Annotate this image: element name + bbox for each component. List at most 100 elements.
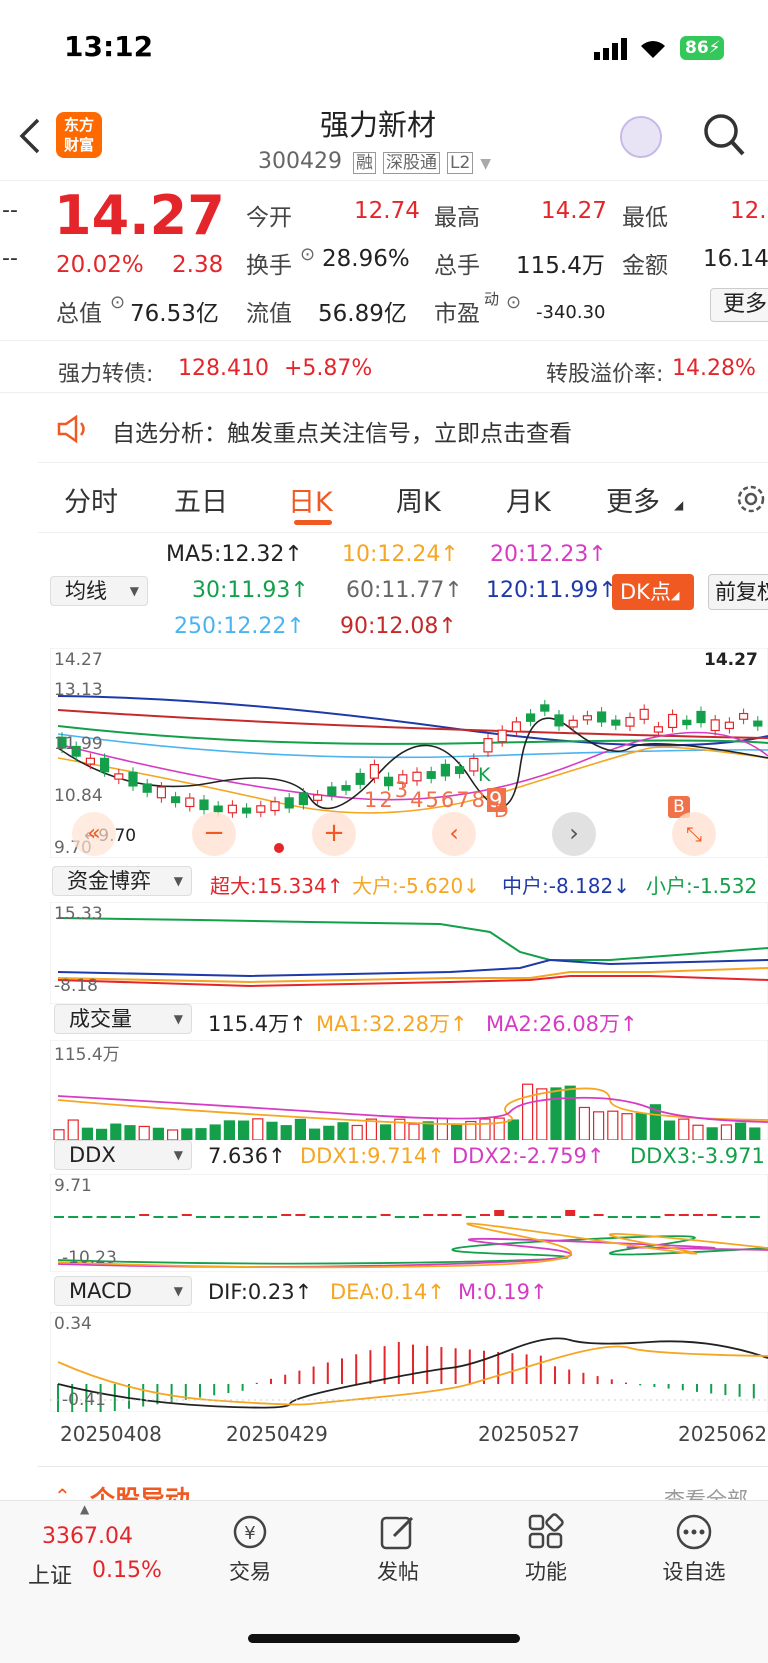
ddx-bar <box>508 1216 519 1218</box>
volume-y-label: 115.4万 <box>54 1045 120 1065</box>
ddx-bar <box>153 1216 164 1218</box>
ddx-bar <box>224 1216 235 1218</box>
more-button[interactable]: 更多 <box>710 288 768 322</box>
nav-post[interactable]: 发帖 <box>348 1556 448 1586</box>
volume-bar <box>592 1111 605 1140</box>
volume-bar <box>294 1118 306 1140</box>
premium-value: 14.28% <box>672 356 756 381</box>
volume-bar <box>81 1127 94 1140</box>
tab-monthly-k[interactable]: 月K <box>506 480 551 519</box>
volume-bar <box>550 1087 562 1140</box>
index-name: 上证 <box>28 1564 73 1589</box>
tab-more[interactable]: 更多 <box>606 480 660 519</box>
trade-icon[interactable]: ¥ <box>230 1512 270 1552</box>
index-value[interactable]: 3367.04 <box>42 1524 133 1549</box>
ddx-bar <box>678 1214 689 1216</box>
nav-function[interactable]: 功能 <box>496 1556 596 1586</box>
quote-label: 最高 <box>434 205 480 231</box>
volume-bar <box>422 1121 434 1140</box>
adjust-select[interactable]: 前复权 <box>708 574 768 610</box>
robot-assistant-icon[interactable] <box>620 116 662 158</box>
post-icon[interactable] <box>378 1512 418 1552</box>
expand-icon[interactable]: ⤡ <box>672 812 716 856</box>
ddx-chart <box>50 1174 768 1272</box>
fund-select[interactable]: 资金博弈 ▼ <box>52 866 192 896</box>
stock-code: 300429 融 深股通 L2 ▼ <box>258 149 492 174</box>
volume-bar <box>635 1112 647 1140</box>
scroll-left-button[interactable]: ‹ <box>432 812 476 856</box>
battery-icon: 86⚡ <box>680 36 724 60</box>
macd-dif: DIF:0.23↑ <box>208 1280 313 1304</box>
date-label: 2025062 <box>678 1422 768 1446</box>
d-signal-marker: D <box>494 800 509 822</box>
zoom-in-button[interactable]: + <box>312 812 356 856</box>
quote-value: 28.96% <box>322 246 410 272</box>
scroll-position-dot <box>274 843 284 853</box>
zoom-out-button[interactable]: − <box>192 812 236 856</box>
more-dots-icon[interactable] <box>674 1512 714 1552</box>
ddx-bar <box>68 1216 79 1218</box>
chevron-down-icon[interactable]: ▼ <box>480 156 491 172</box>
volume-bar <box>380 1124 392 1140</box>
ma-select[interactable]: 均线 ▼ <box>50 576 148 606</box>
gear-icon[interactable] <box>734 482 768 516</box>
info-icon[interactable]: ⊙ <box>110 292 125 313</box>
ddx3: DDX3:-3.971 <box>630 1144 765 1168</box>
info-icon[interactable]: ⊙ <box>300 244 315 265</box>
grid-icon[interactable] <box>526 1512 566 1552</box>
ddx-select[interactable]: DDX ▼ <box>54 1140 192 1170</box>
tab-daily-k[interactable]: 日K <box>288 480 333 519</box>
kline-chart[interactable] <box>50 648 768 858</box>
volume-bar <box>223 1120 235 1140</box>
bond-label[interactable]: 强力转债: <box>58 356 153 388</box>
search-icon[interactable] <box>702 112 746 158</box>
ddx-bar <box>110 1216 121 1218</box>
dropdown-arrow-icon: ▼ <box>129 584 139 598</box>
brand-logo: 东方 财富 <box>56 112 102 158</box>
ddx-bar <box>295 1214 306 1216</box>
volume-select[interactable]: 成交量 ▼ <box>54 1004 192 1034</box>
scroll-left-fast-button[interactable]: « <box>72 812 116 856</box>
last-price: 14.27 <box>54 184 225 247</box>
nav-trade[interactable]: 交易 <box>200 1556 300 1586</box>
bond-divider <box>0 392 768 393</box>
volume-bar <box>451 1124 463 1140</box>
volume-bar <box>252 1118 264 1140</box>
kline-y-label: 11.99 <box>54 734 103 754</box>
ddx-bar <box>82 1216 93 1218</box>
ddx-bar <box>693 1214 703 1216</box>
dropdown-arrow-icon: ▼ <box>173 1284 183 1298</box>
ddx-bar <box>735 1216 746 1218</box>
quote-label: 换手 <box>246 253 292 279</box>
date-label: 20250429 <box>226 1422 328 1446</box>
quote-value: 76.53亿 <box>130 301 219 327</box>
tab-weekly-k[interactable]: 周K <box>396 480 441 519</box>
dk-button[interactable]: DK点◢ <box>612 574 694 610</box>
volume-bar <box>351 1124 363 1140</box>
info-icon[interactable]: ⊙ <box>506 292 521 313</box>
ddx-bar <box>139 1214 150 1216</box>
speaker-icon <box>57 414 85 444</box>
quote-value: 14.27 <box>541 198 607 224</box>
volume-bar <box>67 1119 79 1140</box>
quote-label: 流值 <box>246 301 292 327</box>
notice-text[interactable]: 自选分析：触发重点关注信号，立即点击查看 <box>112 414 572 448</box>
kline-y-label: 14.27 <box>54 650 103 670</box>
fund-mid: 中户:-8.182↓ <box>502 874 630 898</box>
ma-item: 120:11.99↑ <box>486 578 617 603</box>
ddx-bar <box>167 1216 178 1218</box>
nav-add-watchlist[interactable]: 设自选 <box>644 1556 744 1586</box>
fund-big: 大户:-5.620↓ <box>352 874 480 898</box>
badge: 融 <box>352 152 376 174</box>
ddx-bar <box>125 1216 135 1218</box>
tab-minute[interactable]: 分时 <box>64 480 118 519</box>
index-percent: 0.15% <box>92 1558 162 1583</box>
back-icon[interactable] <box>18 116 42 156</box>
side-dash: -- <box>2 246 18 271</box>
status-time: 13:12 <box>64 30 154 63</box>
tab-five-day[interactable]: 五日 <box>174 480 228 519</box>
scroll-right-button[interactable]: › <box>552 812 596 856</box>
ddx-bar <box>622 1216 632 1218</box>
quote-divider <box>0 340 768 341</box>
macd-select[interactable]: MACD ▼ <box>54 1276 192 1306</box>
